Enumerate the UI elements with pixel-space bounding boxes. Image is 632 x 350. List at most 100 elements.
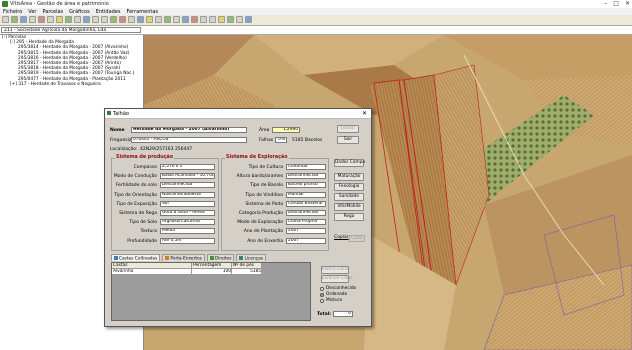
- production-field-select[interactable]: 2,5 m x 1: [160, 164, 215, 170]
- toolbar-tool-icon[interactable]: [173, 16, 180, 23]
- toolbar-tool-icon[interactable]: [191, 16, 198, 23]
- toolbar-tool-icon[interactable]: [101, 16, 108, 23]
- side-button[interactable]: Rega: [334, 213, 364, 221]
- copy-link[interactable]: Copiar: [334, 235, 349, 240]
- castas-mode-radio[interactable]: Desconhecido: [320, 286, 356, 291]
- toolbar-tool-icon[interactable]: [29, 16, 36, 23]
- exploration-field-select[interactable]: Bacelo pronto: [286, 182, 326, 189]
- exploration-field-select[interactable]: Cordão Bilateral: [286, 200, 326, 207]
- total-label: Total:: [317, 312, 332, 317]
- localizacao-value: 42N29/257163 256447: [140, 147, 193, 152]
- toolbar-tool-icon[interactable]: [38, 16, 45, 23]
- exploration-field-select[interactable]: 2007: [286, 237, 326, 244]
- toolbar-tool-icon[interactable]: [74, 16, 81, 23]
- toolbar-tool-icon[interactable]: [236, 16, 243, 23]
- window-controls: – □ ✕: [604, 0, 630, 7]
- insert-row-button[interactable]: Inserir Linha: [321, 266, 349, 274]
- exploration-field-select[interactable]: Conta Própria: [286, 219, 326, 226]
- toolbar-tool-icon[interactable]: [11, 16, 18, 23]
- tree-item-label: 317 - Herdade de Travasos e Nogueira: [18, 81, 101, 87]
- menu-item[interactable]: Entidades: [96, 9, 121, 15]
- paste-link[interactable]: Colar: [349, 235, 365, 242]
- menu-item[interactable]: Ficheiro: [3, 9, 22, 15]
- tab-2[interactable]: Porta-Enxertos: [162, 254, 205, 261]
- nome-input[interactable]: Herdade da Morgada - 2007 (Alvarinho): [131, 127, 247, 133]
- production-field-label: Sistema de Rega: [119, 211, 157, 216]
- area-input[interactable]: 1,2960: [272, 127, 300, 133]
- toolbar-tool-icon[interactable]: [209, 16, 216, 23]
- side-button[interactable]: VitisMobile: [334, 203, 364, 211]
- radio-dot[interactable]: [320, 286, 324, 291]
- production-field-select[interactable]: Gota a Gota - Aérea: [160, 210, 215, 216]
- exploration-field-select[interactable]: Desconhecido: [286, 210, 326, 216]
- tab-label: Licenças: [244, 256, 264, 262]
- menu-item[interactable]: Parcelas: [42, 9, 63, 15]
- side-button[interactable]: Fenologia: [334, 183, 364, 191]
- company-bar: 211 - Sociedade Agrícola da Morgadinha, …: [0, 26, 632, 35]
- toolbar-tool-icon[interactable]: [128, 16, 135, 23]
- exploration-field-select[interactable]: 2007: [286, 228, 326, 235]
- toolbar-tool-icon[interactable]: [2, 16, 9, 23]
- dialog-titlebar: Talhão ✕: [105, 109, 371, 119]
- castas-mode-radio[interactable]: Mistura: [320, 298, 356, 303]
- exploration-field-select[interactable]: Manual: [286, 191, 326, 198]
- exploration-field-select[interactable]: Desconhecida: [286, 173, 326, 180]
- exploration-field-select[interactable]: Contínua: [286, 164, 326, 170]
- production-field-select[interactable]: Até 0,5m: [160, 237, 215, 244]
- tab-3[interactable]: Direitos: [206, 254, 235, 261]
- side-button[interactable]: Maturação: [334, 173, 364, 181]
- freguesia-select[interactable]: 070401 - ARCOS: [131, 137, 247, 143]
- exploration-field-label: Tipo de Cultura: [248, 165, 283, 170]
- grid-cell[interactable]: Alvarinho: [112, 269, 192, 275]
- grid-cell[interactable]: 5185: [232, 269, 262, 275]
- toolbar-tool-icon[interactable]: [56, 16, 63, 23]
- maximize-icon[interactable]: □: [613, 0, 619, 7]
- table-row[interactable]: Alvarinho 100 5185: [112, 269, 310, 275]
- toolbar-tool-icon[interactable]: [137, 16, 144, 23]
- radio-dot[interactable]: [320, 298, 324, 303]
- toolbar-tool-icon[interactable]: [47, 16, 54, 23]
- side-button[interactable]: Dados Campo: [334, 159, 365, 167]
- area-label: Área: [259, 128, 270, 133]
- menu-item[interactable]: Ferramentas: [127, 9, 159, 15]
- company-select[interactable]: 211 - Sociedade Agrícola da Morgadinha, …: [1, 27, 141, 33]
- exit-button[interactable]: Sair: [337, 136, 359, 144]
- toolbar-tool-icon[interactable]: [146, 16, 153, 23]
- tree-item[interactable]: [+] 317 - Herdade de Travasos e Nogueira: [0, 82, 143, 87]
- toolbar-tool-icon[interactable]: [155, 16, 162, 23]
- toolbar-tool-icon[interactable]: [164, 16, 171, 23]
- grid-cell[interactable]: 100: [192, 269, 232, 275]
- toolbar-tool-icon[interactable]: [182, 16, 189, 23]
- toolbar-tool-icon[interactable]: [227, 16, 234, 23]
- toolbar-tool-icon[interactable]: [119, 16, 126, 23]
- toolbar-tool-icon[interactable]: [92, 16, 99, 23]
- minimize-icon[interactable]: –: [604, 0, 607, 7]
- menu-item[interactable]: Gráficos: [69, 9, 90, 15]
- bacelos-count: 5185 Bacelos: [292, 138, 323, 143]
- production-field-select[interactable]: Baixo Acamado - 50,70cm: [160, 173, 215, 180]
- toolbar-tool-icon[interactable]: [245, 16, 252, 23]
- toolbar-tool-icon[interactable]: [20, 16, 27, 23]
- menu-item[interactable]: Ver: [28, 9, 36, 15]
- toolbar-tool-icon[interactable]: [65, 16, 72, 23]
- tab-1[interactable]: Castas Cultivadas: [111, 254, 161, 262]
- toolbar-tool-icon[interactable]: [110, 16, 117, 23]
- production-field-select[interactable]: Média: [160, 228, 215, 235]
- production-field-select[interactable]: Argiloso/Calcários: [160, 219, 215, 226]
- production-field-select[interactable]: Sul: [160, 200, 215, 207]
- close-icon[interactable]: ✕: [625, 0, 630, 7]
- tab-4[interactable]: Licenças: [236, 254, 267, 262]
- production-field-select[interactable]: Desconhecida: [160, 182, 215, 189]
- falhas-input[interactable]: 0%: [275, 137, 287, 143]
- close-icon[interactable]: ✕: [362, 110, 367, 117]
- castas-mode-radio[interactable]: Ordenado: [320, 292, 356, 297]
- tab-label: Castas Cultivadas: [119, 256, 158, 262]
- toolbar-tool-icon[interactable]: [218, 16, 225, 23]
- save-button[interactable]: Gravar: [337, 125, 359, 133]
- radio-dot[interactable]: [320, 292, 324, 297]
- toolbar-tool-icon[interactable]: [83, 16, 90, 23]
- toolbar-tool-icon[interactable]: [200, 16, 207, 23]
- side-button[interactable]: Sanidade: [334, 193, 364, 201]
- delete-row-button[interactable]: Eliminar Linha: [321, 275, 353, 283]
- production-field-select[interactable]: Nascente/Sudeste: [160, 191, 215, 198]
